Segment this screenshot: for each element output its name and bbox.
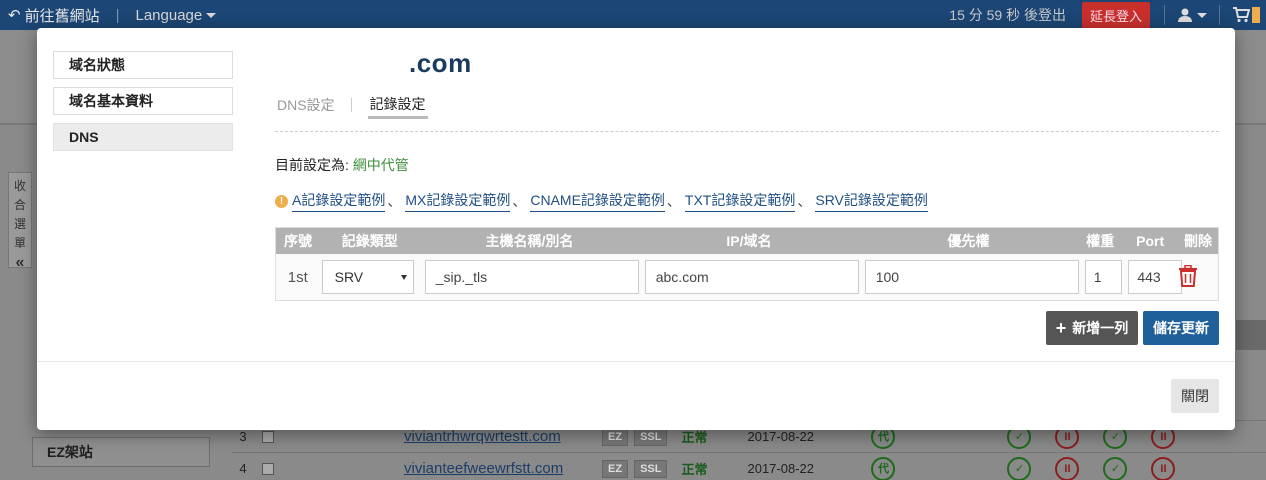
cart-badge: [1252, 7, 1260, 23]
srv-record-example-link[interactable]: SRV記錄設定範例: [815, 190, 928, 212]
save-button[interactable]: 儲存更新: [1143, 311, 1219, 345]
old-site-label: 前往舊網站: [24, 7, 100, 25]
extend-login-button[interactable]: 延長登入: [1081, 1, 1150, 29]
separator: 、: [797, 193, 812, 209]
modal-footer-divider: [37, 361, 1235, 362]
double-left-arrow-icon: «: [15, 254, 25, 271]
domain-link[interactable]: viviantrhwrqwrtestt.com: [286, 428, 596, 445]
settings-tabs: DNS設定 記錄設定: [277, 94, 428, 119]
a-record-example-link[interactable]: A記錄設定範例: [292, 190, 386, 212]
tab-dns-settings[interactable]: DNS設定: [277, 95, 335, 119]
old-site-link[interactable]: ↶ 前往舊網站: [8, 5, 100, 26]
row-seq: 1st: [287, 268, 308, 286]
pause-circle-icon[interactable]: II: [1151, 456, 1176, 480]
close-button[interactable]: 關閉: [1171, 379, 1219, 413]
info-icon: !: [275, 194, 288, 208]
user-icon: [1178, 8, 1192, 22]
sidebar-item-dns[interactable]: DNS: [53, 123, 233, 151]
domain-link[interactable]: vivianteefweewrfstt.com: [286, 460, 596, 477]
cname-record-example-link[interactable]: CNAME記錄設定範例: [530, 190, 665, 212]
priority-input[interactable]: 100: [864, 260, 1079, 294]
dns-settings-modal: 域名狀態 域名基本資料 DNS .com DNS設定 記錄設定 目前設定為: 網…: [37, 28, 1235, 430]
back-arrow-icon: ↶: [8, 7, 21, 24]
header-ip: IP/域名: [726, 233, 772, 249]
row-number: 4: [239, 461, 247, 476]
table-row: 4 vivianteefweewrfstt.com EZ SSL 正常 2017…: [232, 452, 1266, 480]
current-setting-value: 網中代管: [352, 157, 409, 173]
language-label: Language: [135, 6, 203, 24]
sidebar-item-domain-status[interactable]: 域名狀態: [53, 51, 233, 79]
ssl-badge: SSL: [634, 459, 668, 478]
current-setting: 目前設定為: 網中代管: [275, 155, 409, 175]
ip-input[interactable]: abc.com: [644, 260, 859, 294]
check-circle-icon[interactable]: ✓: [1103, 456, 1128, 480]
trash-icon[interactable]: [1178, 264, 1198, 287]
sidebar-item-domain-info[interactable]: 域名基本資料: [53, 87, 233, 115]
dashed-divider: [275, 131, 1219, 132]
top-nav-bar: ↶ 前往舊網站 | Language 15 分 59 秒 後登出 延長登入: [0, 0, 1266, 30]
pause-circle-icon[interactable]: II: [1055, 456, 1080, 480]
header-record-type: 記錄類型: [341, 233, 398, 249]
host-input[interactable]: _sip._tls: [424, 260, 639, 294]
cart-icon: [1233, 7, 1250, 23]
row-number: 3: [239, 429, 247, 444]
date-text: 2017-08-22: [747, 461, 814, 476]
user-menu[interactable]: [1165, 7, 1219, 23]
chevron-down-icon: [400, 274, 407, 280]
collapse-menu-button[interactable]: 收合選單 «: [8, 172, 32, 271]
header-delete: 刪除: [1184, 233, 1213, 249]
tab-record-settings[interactable]: 記錄設定: [367, 94, 428, 119]
header-host: 主機名稱/別名: [485, 233, 574, 249]
logout-timer: 15 分 59 秒 後登出: [949, 7, 1066, 23]
sidebar-item-ez-site[interactable]: EZ架站: [32, 437, 210, 467]
separator: 、: [666, 193, 681, 209]
dns-record-table: 序號 記錄類型 主機名稱/別名 IP/域名 優先權 權重 Port 刪除 1st…: [275, 227, 1219, 301]
row-checkbox[interactable]: [262, 430, 274, 443]
example-links: ! A記錄設定範例 、 MX記錄設定範例 、 CNAME記錄設定範例 、 TXT…: [275, 190, 928, 212]
separator: 、: [387, 193, 402, 209]
domain-title: .com: [409, 48, 472, 78]
record-type-select[interactable]: SRV: [321, 260, 414, 294]
nav-divider: |: [115, 6, 120, 24]
header-priority: 優先權: [947, 233, 990, 249]
record-type-value: SRV: [334, 269, 364, 285]
collapse-menu-label: 收合選單: [13, 179, 26, 250]
date-text: 2017-08-22: [747, 429, 814, 444]
ssl-badge: SSL: [634, 427, 668, 446]
status-text: 正常: [681, 462, 708, 477]
weight-input[interactable]: 1: [1084, 260, 1122, 294]
plus-icon: +: [1055, 318, 1067, 338]
tab-divider: [350, 97, 352, 112]
cart-button[interactable]: [1220, 7, 1266, 23]
mx-record-example-link[interactable]: MX記錄設定範例: [405, 190, 511, 212]
table-row: 1st SRV _sip._tls abc.com 100 1 443: [276, 254, 1218, 300]
language-dropdown[interactable]: Language: [136, 7, 217, 24]
add-row-button[interactable]: + 新增一列: [1046, 311, 1138, 345]
current-setting-label: 目前設定為:: [275, 157, 353, 173]
chevron-down-icon: [206, 12, 217, 18]
ez-badge: EZ: [602, 427, 629, 446]
modal-sidebar: 域名狀態 域名基本資料 DNS: [53, 51, 233, 159]
header-weight: 權重: [1086, 233, 1115, 249]
ez-badge: EZ: [602, 459, 629, 478]
row-checkbox[interactable]: [262, 462, 274, 475]
proxy-badge: 代: [871, 456, 896, 480]
add-row-label: 新增一列: [1072, 320, 1129, 336]
table-header: 序號 記錄類型 主機名稱/別名 IP/域名 優先權 權重 Port 刪除: [276, 228, 1218, 254]
header-port: Port: [1136, 233, 1165, 249]
separator: 、: [512, 193, 527, 209]
header-seq: 序號: [283, 233, 312, 249]
port-input[interactable]: 443: [1128, 260, 1183, 294]
chevron-down-icon: [1197, 12, 1207, 18]
txt-record-example-link[interactable]: TXT記錄設定範例: [684, 190, 796, 212]
check-circle-icon[interactable]: ✓: [1007, 456, 1032, 480]
lock-icon: [1236, 320, 1266, 350]
